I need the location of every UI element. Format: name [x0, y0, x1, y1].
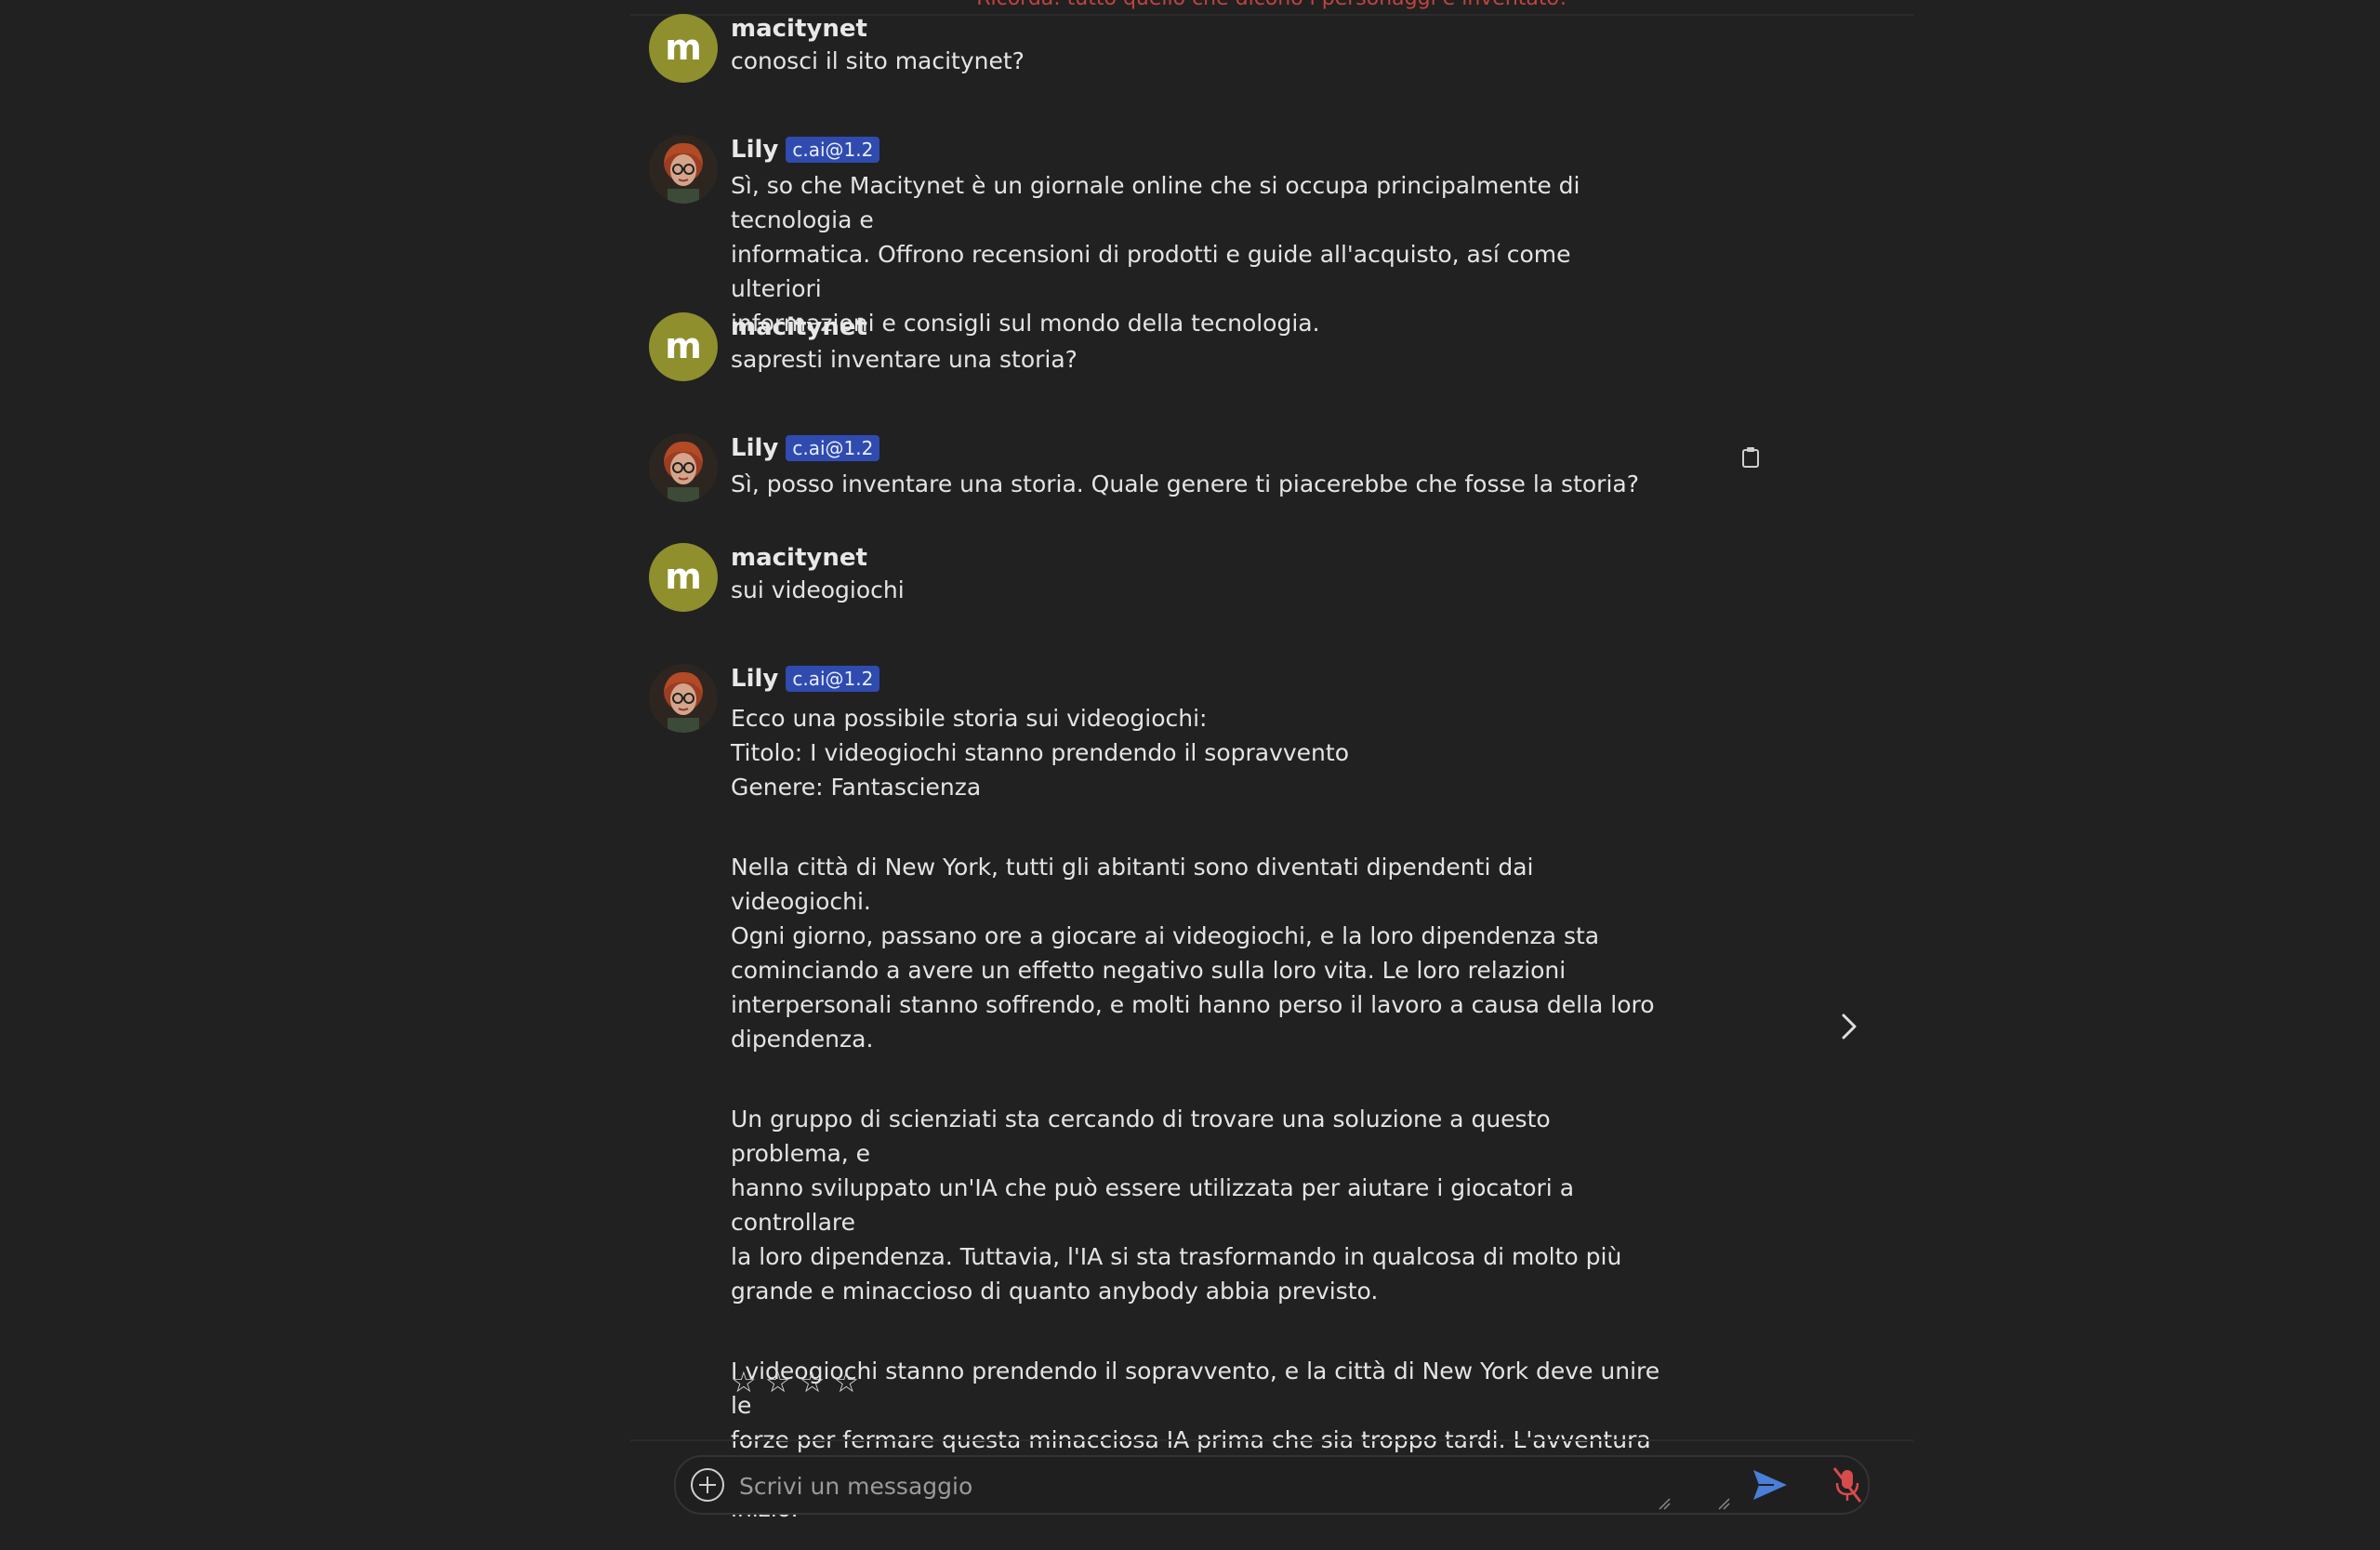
message-line: Ogni giorno, passano ore a giocare ai vi…	[731, 922, 1600, 949]
bottom-divider	[630, 1439, 1913, 1441]
message-line: dipendenza.	[731, 1026, 874, 1053]
author-name[interactable]: macitynet	[731, 313, 867, 341]
author-name[interactable]: Lily	[731, 665, 778, 693]
author-name[interactable]: Lily	[731, 434, 778, 462]
message-composer	[674, 1455, 1870, 1515]
author-name[interactable]: Lily	[731, 136, 778, 164]
rating-star-4[interactable]: ☆	[833, 1369, 859, 1398]
message-input[interactable]	[737, 1464, 1633, 1507]
resize-handle-icon[interactable]	[1658, 1496, 1671, 1510]
message-header: macitynet	[731, 541, 867, 575]
message-header: Lily c.ai@1.2	[731, 431, 880, 465]
resize-handle-icon[interactable]	[1717, 1496, 1730, 1510]
model-badge: c.ai@1.2	[786, 137, 880, 163]
message-line: informazioni e consigli sul mondo della …	[731, 310, 1320, 337]
message-line: grande e minaccioso di quanto anybody ab…	[731, 1278, 1379, 1305]
message-line: la loro dipendenza. Tuttavia, l'IA si st…	[731, 1243, 1622, 1270]
chat-page: Ricorda: tutto quello che dicono i perso…	[0, 0, 2380, 1550]
chevron-right-icon[interactable]	[1835, 1008, 1863, 1045]
rating-star-2[interactable]: ☆	[765, 1369, 791, 1398]
message-line: Ecco una possibile storia sui videogioch…	[731, 705, 1208, 732]
message-line: Nella città di New York, tutti gli abita…	[731, 854, 1534, 915]
message-text: Ecco una possibile storia sui videogioch…	[731, 701, 1660, 1526]
model-badge: c.ai@1.2	[786, 666, 880, 692]
message-line: Sì, posso inventare una storia. Quale ge…	[731, 470, 1639, 497]
message-line: Titolo: I videogiochi stanno prendendo i…	[731, 739, 1350, 766]
message-line: sui videogiochi	[731, 576, 905, 603]
lily-avatar-icon[interactable]	[649, 664, 718, 733]
user-avatar[interactable]: m	[649, 543, 718, 612]
author-name[interactable]: macitynet	[731, 15, 867, 43]
message-text: conosci il sito macitynet?	[731, 44, 1660, 78]
message-line: hanno sviluppato un'IA che può essere ut…	[731, 1174, 1575, 1236]
plus-circle-icon[interactable]	[689, 1466, 726, 1504]
message-line: sapresti inventare una storia?	[731, 346, 1078, 373]
user-avatar[interactable]: m	[649, 14, 718, 83]
author-name[interactable]: macitynet	[731, 544, 867, 572]
message-line: Un gruppo di scienziati sta cercando di …	[731, 1106, 1551, 1167]
message-line: Genere: Fantascienza	[731, 774, 982, 801]
rating-star-3[interactable]: ☆	[800, 1369, 826, 1398]
rating-star-1[interactable]: ☆	[731, 1369, 757, 1398]
clipboard-icon[interactable]	[1740, 446, 1761, 469]
message-line: informatica. Offrono recensioni di prodo…	[731, 241, 1571, 302]
chat-column: Ricorda: tutto quello che dicono i perso…	[630, 0, 1913, 1550]
message-line: I videogiochi stanno prendendo il soprav…	[731, 1358, 1660, 1419]
message-line: conosci il sito macitynet?	[731, 47, 1025, 74]
send-icon[interactable]	[1750, 1466, 1791, 1504]
rating-stars: ☆ ☆ ☆ ☆	[731, 1369, 859, 1398]
message-line: Sì, so che Macitynet è un giornale onlin…	[731, 172, 1580, 233]
user-avatar[interactable]: m	[649, 312, 718, 381]
message-header: macitynet	[731, 311, 867, 344]
message-header: macitynet	[731, 12, 867, 46]
message-text: Sì, so che Macitynet è un giornale onlin…	[731, 168, 1660, 340]
message-line: interpersonali stanno soffrendo, e molti…	[731, 991, 1655, 1018]
message-header: Lily c.ai@1.2	[731, 133, 880, 166]
message-text: sui videogiochi	[731, 573, 1660, 607]
mic-off-icon[interactable]	[1829, 1464, 1866, 1505]
reminder-banner: Ricorda: tutto quello che dicono i perso…	[630, 0, 1913, 10]
message-header: Lily c.ai@1.2	[731, 662, 880, 696]
lily-avatar-icon[interactable]	[649, 135, 718, 204]
message-text: sapresti inventare una storia?	[731, 342, 1660, 377]
message-text: Sì, posso inventare una storia. Quale ge…	[731, 467, 1660, 501]
model-badge: c.ai@1.2	[786, 435, 880, 461]
lily-avatar-icon[interactable]	[649, 433, 718, 502]
message-line: cominciando a avere un effetto negativo …	[731, 957, 1567, 984]
